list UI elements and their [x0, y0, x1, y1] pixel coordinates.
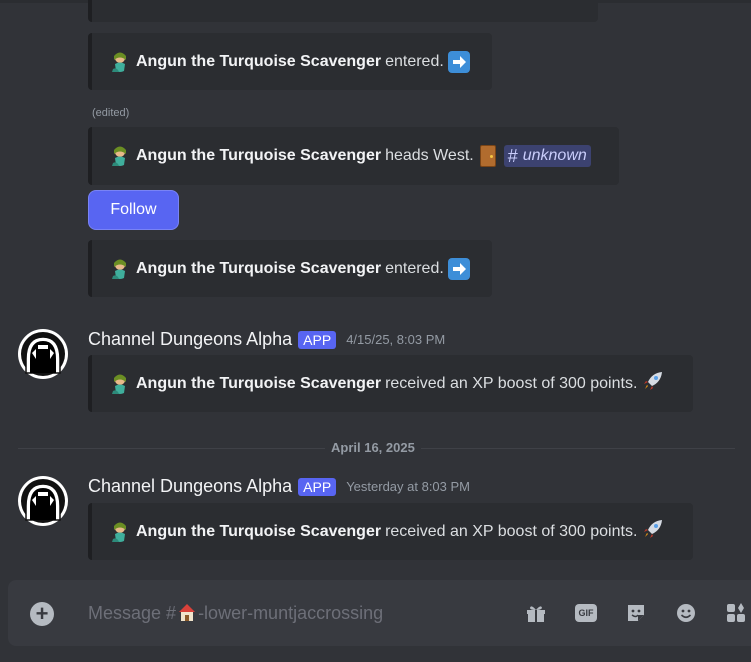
rocket-icon: [642, 518, 664, 545]
gif-icon[interactable]: GIF: [574, 601, 598, 625]
player-name: Angun the Turquoise Scavenger: [136, 522, 382, 540]
follow-button[interactable]: Follow: [88, 190, 179, 230]
message-composer[interactable]: + Message # -lower-muntjaccrossing GIF: [8, 580, 751, 646]
embed-heads-west: Angun the Turquoise Scavenger heads West…: [88, 127, 619, 185]
timestamp[interactable]: 4/15/25, 8:03 PM: [346, 332, 445, 347]
message-header: Channel Dungeons Alpha APP 4/15/25, 8:03…: [88, 329, 445, 350]
arrow-right-icon: [447, 257, 470, 280]
date-divider-label: April 16, 2025: [325, 440, 421, 455]
timestamp[interactable]: Yesterday at 8:03 PM: [346, 479, 470, 494]
embed-entered: Angun the Turquoise Scavenger entered.: [88, 33, 492, 90]
action-text: heads West.: [385, 147, 474, 164]
player-name: Angun the Turquoise Scavenger: [136, 374, 382, 392]
add-attachment-icon[interactable]: +: [30, 602, 54, 626]
author-name[interactable]: Channel Dungeons Alpha: [88, 329, 292, 350]
emoji-icon[interactable]: [674, 601, 698, 625]
message-header: Channel Dungeons Alpha APP Yesterday at …: [88, 476, 470, 497]
house-emoji-icon: [177, 602, 197, 627]
arrow-right-icon: [447, 50, 470, 73]
action-text: entered.: [385, 52, 444, 70]
action-text: received an XP boost of 300 points.: [385, 522, 638, 540]
embed-entered: Angun the Turquoise Scavenger entered.: [88, 240, 492, 297]
mermaid-emoji-icon: [109, 521, 131, 543]
channel-mention-label: unknown: [522, 147, 587, 164]
app-badge: APP: [298, 477, 337, 496]
apps-icon[interactable]: [724, 601, 748, 625]
placeholder-prefix: Message #: [88, 603, 177, 623]
mermaid-emoji-icon: [109, 51, 131, 73]
door-icon: [479, 145, 496, 167]
action-text: received an XP boost of 300 points.: [385, 374, 638, 392]
player-name: Angun the Turquoise Scavenger: [136, 52, 382, 70]
bot-avatar[interactable]: [18, 329, 68, 379]
bot-avatar[interactable]: [18, 476, 68, 526]
player-name: Angun the Turquoise Scavenger: [136, 259, 382, 277]
gift-icon[interactable]: [524, 601, 548, 625]
sticker-icon[interactable]: [624, 601, 648, 625]
placeholder-channel: -lower-muntjaccrossing: [198, 603, 384, 623]
mermaid-emoji-icon: [109, 258, 131, 280]
embed-xp-boost: Angun the Turquoise Scavenger received a…: [88, 503, 693, 560]
chat-window: Angun the Turquoise Scavenger entered. (…: [0, 0, 751, 662]
hash-icon: #: [507, 145, 518, 166]
author-name[interactable]: Channel Dungeons Alpha: [88, 476, 292, 497]
embed-xp-boost: Angun the Turquoise Scavenger received a…: [88, 355, 693, 412]
action-text: entered.: [385, 259, 444, 277]
channel-mention[interactable]: # unknown: [503, 145, 591, 167]
mermaid-emoji-icon: [109, 373, 131, 395]
mermaid-emoji-icon: [109, 145, 131, 167]
edited-label: (edited): [92, 107, 130, 119]
app-badge: APP: [298, 330, 337, 349]
embed-partial: [88, 0, 598, 22]
rocket-icon: [642, 370, 664, 397]
player-name: Angun the Turquoise Scavenger: [136, 147, 382, 164]
message-input[interactable]: Message # -lower-muntjaccrossing: [88, 602, 383, 627]
